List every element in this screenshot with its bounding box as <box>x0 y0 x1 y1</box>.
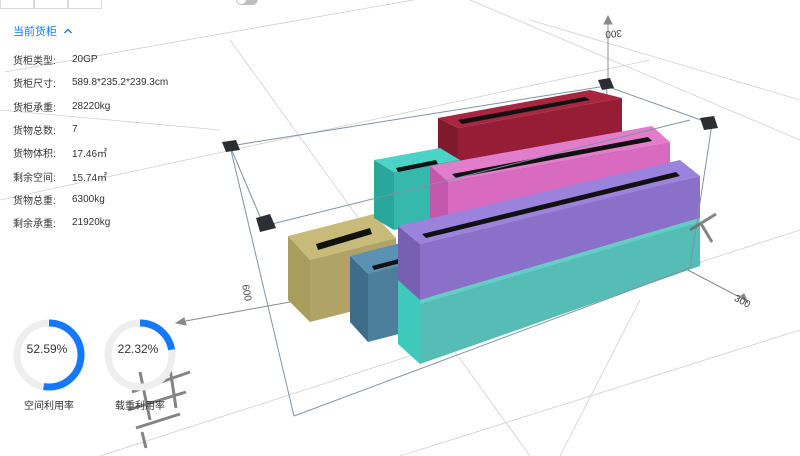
info-value: 7 <box>72 124 78 136</box>
info-label: 货柜承重: <box>13 102 56 114</box>
toolbar-tabs <box>0 0 102 9</box>
info-label: 剩余空间: <box>13 172 56 184</box>
x-axis-label: 300 <box>732 293 752 311</box>
info-label: 剩余承重: <box>13 219 56 231</box>
info-row-capacity: 货柜承重: 28220kg <box>13 95 168 118</box>
info-value: 589.8*235.2*239.3cm <box>72 77 169 89</box>
info-row-size: 货柜尺寸: 589.8*235.2*239.3cm <box>13 71 168 94</box>
info-row-count: 货物总数: 7 <box>13 118 168 141</box>
gauge-percent: 22.32% <box>117 342 159 356</box>
current-container-header[interactable]: 当前货柜 <box>13 22 168 40</box>
toolbar-toggle-group <box>232 0 258 5</box>
info-value: 21920kg <box>72 217 111 229</box>
container-info-panel: 当前货柜 货柜类型: 20GP 货柜尺寸: 589.8*235.2*239.3c… <box>13 22 168 234</box>
info-value: 15.74㎡ <box>72 172 108 184</box>
info-row-remaining-load: 剩余承重: 21920kg <box>13 211 168 234</box>
panel-title: 当前货柜 <box>13 26 57 38</box>
gauge-label: 空间利用率 <box>24 401 74 412</box>
info-value: 28220kg <box>72 100 111 112</box>
gauge-label: 载重利用率 <box>115 401 165 412</box>
z-axis-label: 600 <box>239 284 253 303</box>
toolbar-tab-1[interactable] <box>0 0 34 9</box>
info-row-total-weight: 货物总重: 6300kg <box>13 188 168 211</box>
info-label: 货物体积: <box>13 149 56 161</box>
info-value: 6300kg <box>72 193 105 205</box>
info-row-remaining-space: 剩余空间: 15.74㎡ <box>13 164 168 187</box>
info-label: 货柜类型: <box>13 56 56 68</box>
toolbar-tab-2[interactable] <box>34 0 68 9</box>
info-label: 货物总重: <box>13 195 56 207</box>
container-info-list: 货柜类型: 20GP 货柜尺寸: 589.8*235.2*239.3cm 货柜承… <box>13 48 168 234</box>
load-utilization-gauge: 22.32% 载重利用率 <box>100 317 180 412</box>
info-label: 货柜尺寸: <box>13 79 56 91</box>
info-value: 17.46㎡ <box>72 149 108 161</box>
toolbar-tab-3[interactable] <box>68 0 102 9</box>
chevron-up-icon <box>64 28 72 34</box>
y-axis-label: 300 <box>604 27 622 39</box>
gauge-percent: 52.59% <box>26 342 68 356</box>
info-label: 货物总数: <box>13 126 56 138</box>
info-row-type: 货柜类型: 20GP <box>13 48 168 71</box>
info-value: 20GP <box>72 54 98 66</box>
view-toggle-switch[interactable] <box>236 0 258 5</box>
info-row-volume: 货物体积: 17.46㎡ <box>13 141 168 164</box>
space-utilization-gauge: 52.59% 空间利用率 <box>9 317 89 412</box>
